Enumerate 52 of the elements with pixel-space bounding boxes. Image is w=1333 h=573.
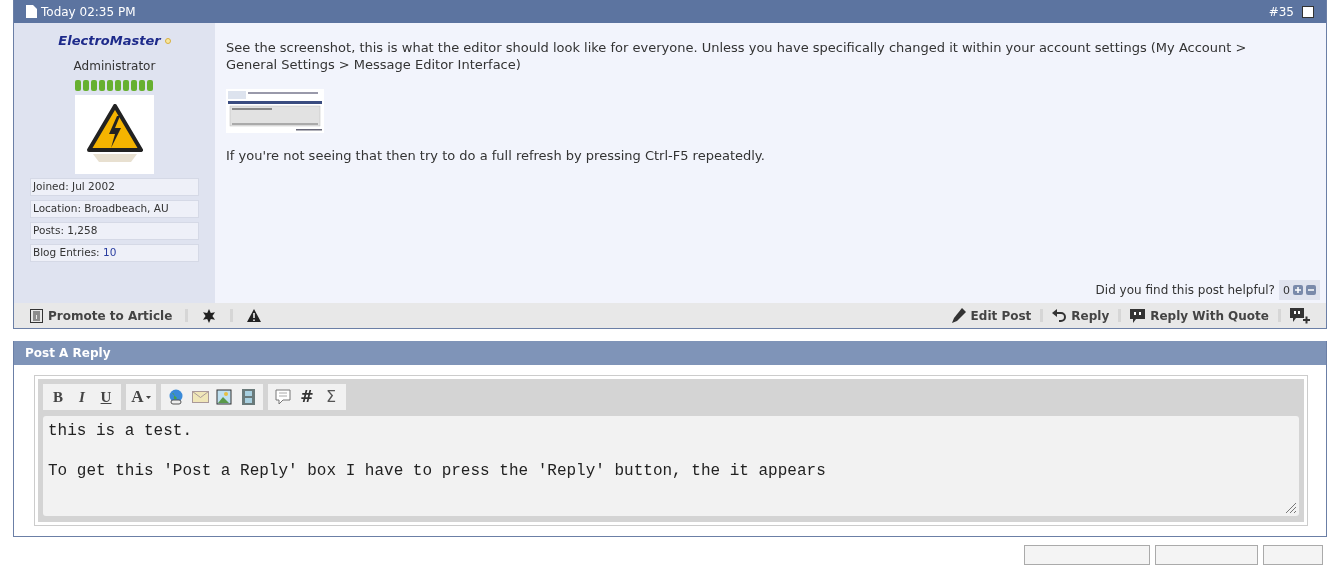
action-link[interactable]: Reply With Quote [1130, 306, 1269, 325]
article-icon [30, 308, 43, 323]
reply-title: Post A Reply [25, 345, 111, 362]
star-icon[interactable] [202, 308, 217, 323]
stat-row: Blog Entries: 10 [30, 243, 199, 262]
toolbar-button[interactable]: # [297, 386, 317, 408]
minus-icon[interactable] [1306, 285, 1316, 295]
stat-row: Joined: Jul 2002 [30, 177, 199, 196]
toolbar-button[interactable]: I [72, 386, 92, 408]
stat-row: Location: Broadbeach, AU [30, 199, 199, 218]
helpful-count: 0 [1283, 282, 1290, 299]
message-editor[interactable]: this is a test. To get this 'Post a Reply' box I have to press the 'Reply' button, the it appears [43, 416, 1299, 516]
message-text: If you're not seeing that then try to do a full refresh by pressing Ctrl-F5 repeatedly. [226, 147, 766, 164]
quote-bubble-icon [1130, 308, 1146, 323]
action-link[interactable]: Reply [1052, 306, 1110, 325]
action-link[interactable]: Promote to Article [30, 306, 178, 325]
form-button[interactable] [1155, 545, 1258, 565]
form-button[interactable] [1024, 545, 1150, 565]
form-button[interactable] [1263, 545, 1323, 565]
reply-arrow-icon [1052, 309, 1067, 322]
envelope-icon [191, 391, 209, 403]
stat-link[interactable]: 10 [103, 244, 117, 261]
author-name[interactable]: ElectroMaster [58, 31, 161, 51]
post-number[interactable]: #35 [1268, 2, 1294, 21]
stat-value: 1,258 [67, 222, 98, 238]
toolbar-button[interactable] [214, 386, 234, 408]
film-icon [241, 389, 255, 405]
plus-icon[interactable] [1293, 285, 1303, 295]
resize-handle-icon[interactable] [1286, 503, 1296, 513]
image-icon [216, 389, 232, 405]
stat-value: Jul 2002 [72, 178, 115, 194]
toolbar-button[interactable]: U [96, 386, 116, 408]
action-link[interactable]: Edit Post [950, 306, 1032, 325]
speech-bubble-icon [275, 389, 291, 405]
stat-value: Broadbeach, AU [84, 200, 169, 216]
toolbar-button[interactable]: Σ [321, 386, 341, 408]
helpful-question: Did you find this post helpful? [1095, 281, 1275, 299]
document-icon [26, 5, 37, 18]
globe-icon [168, 389, 184, 405]
toolbar-button[interactable]: A [131, 386, 151, 408]
pencil-icon [950, 308, 966, 323]
message-text: See the screenshot, this is what the editor should look like for everyone. Unless you have specifically changed it within your account settings (My Account > General Settings > Message Editor Interface) [226, 39, 1248, 73]
stat-row: Posts: 1,258 [30, 221, 199, 240]
caret-icon [145, 395, 151, 399]
multi-quote-icon[interactable] [1290, 307, 1310, 324]
post-date: Today 02:35 PM [41, 3, 136, 21]
author-title: Administrator [73, 57, 156, 75]
high-voltage-icon [86, 104, 143, 164]
select-checkbox[interactable] [1302, 5, 1314, 18]
toolbar-button[interactable]: B [48, 386, 68, 408]
reputation-bar-icon [75, 79, 154, 91]
warning-icon[interactable] [247, 309, 262, 322]
